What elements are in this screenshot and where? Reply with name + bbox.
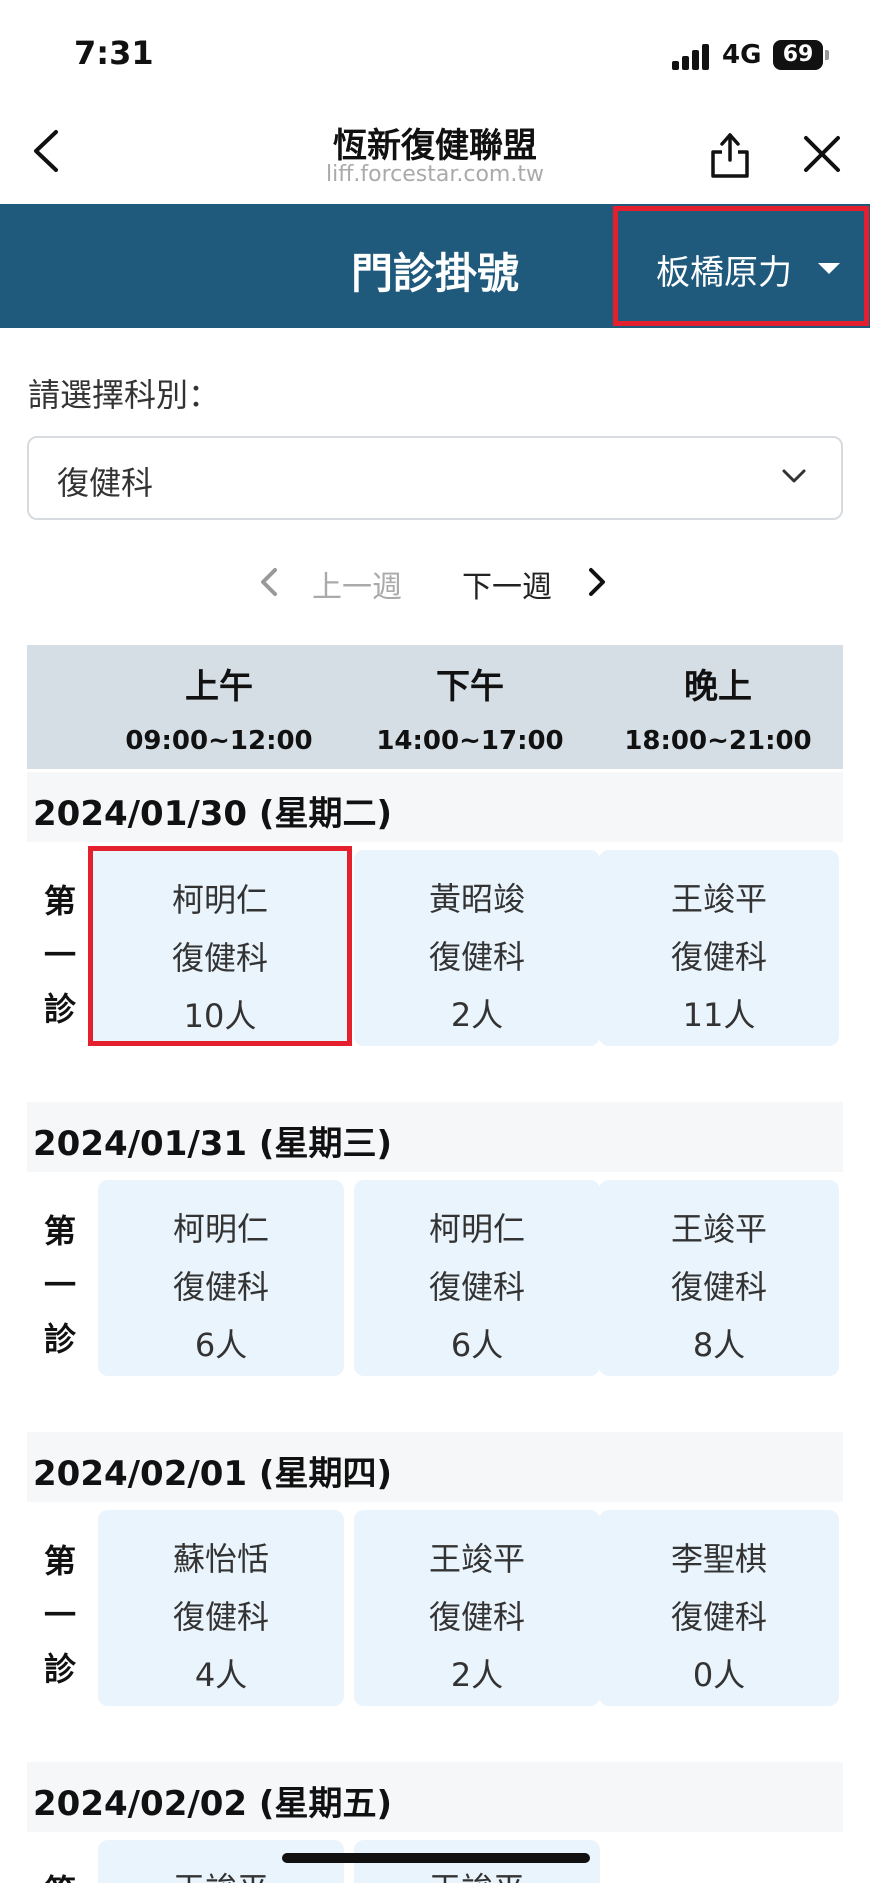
schedule-cell[interactable]: 柯明仁 復健科 6人 <box>354 1180 600 1376</box>
schedule-cell[interactable]: 柯明仁 復健科 10人 <box>88 846 352 1046</box>
doctor-name: 柯明仁 <box>171 881 268 919</box>
chevron-left-icon <box>261 568 277 596</box>
room-label: 第一診 <box>43 882 76 1028</box>
prev-week-label: 上一週 <box>312 570 402 605</box>
next-week-label: 下一週 <box>462 570 552 605</box>
schedule-cell[interactable]: 黃昭竣 復健科 2人 <box>354 850 600 1046</box>
status-bar: 7:31 4G 69 <box>0 0 870 100</box>
chevron-down-icon <box>782 469 806 483</box>
schedule-cell[interactable]: 柯明仁 復健科 6人 <box>98 1180 344 1376</box>
doctor-name: 李聖棋 <box>670 1540 767 1578</box>
time-slot-header: 上午 09:00~12:00 下午 14:00~17:00 晚上 18:00~2… <box>27 645 843 769</box>
slot-afternoon: 下午 14:00~17:00 <box>345 659 595 756</box>
battery-tip <box>825 50 829 60</box>
doctor-name: 王竣平 <box>670 880 767 918</box>
patient-count: 11人 <box>682 996 756 1034</box>
dept-label: 請選擇科別： <box>28 376 221 414</box>
slot-time: 18:00~21:00 <box>624 726 812 756</box>
header-banner: 門診掛號 板橋原力 <box>0 204 870 328</box>
day-header: 2024/01/30 (星期二) <box>27 772 843 842</box>
doctor-name: 王竣平 <box>428 1540 525 1578</box>
day-date: 2024/02/01 (星期四) <box>33 1454 393 1494</box>
cell-dept: 復健科 <box>428 938 525 976</box>
patient-count: 4人 <box>194 1656 248 1694</box>
cell-dept: 復健科 <box>172 1268 269 1306</box>
cell-dept: 復健科 <box>670 938 767 976</box>
share-icon[interactable] <box>708 130 752 180</box>
page-title: 門診掛號 <box>350 249 519 298</box>
battery-icon: 69 <box>773 40 823 70</box>
cell-dept: 復健科 <box>171 939 268 977</box>
patient-count: 8人 <box>692 1326 746 1364</box>
slot-time: 14:00~17:00 <box>376 726 564 756</box>
day-date: 2024/02/02 (星期五) <box>33 1784 393 1824</box>
signal-icon <box>672 44 710 70</box>
close-icon[interactable] <box>800 132 844 176</box>
doctor-name: 柯明仁 <box>172 1210 269 1248</box>
dept-select[interactable]: 復健科 <box>27 436 843 520</box>
room-label: 第 <box>30 1864 90 1883</box>
caret-down-icon <box>818 263 840 274</box>
doctor-name: 王竣平 <box>98 1864 344 1883</box>
patient-count: 2人 <box>450 996 504 1034</box>
slot-evening: 晚上 18:00~21:00 <box>593 659 843 756</box>
patient-count: 2人 <box>450 1656 504 1694</box>
patient-count: 6人 <box>450 1326 504 1364</box>
branch-label: 板橋原力 <box>656 253 792 293</box>
cell-dept: 復健科 <box>428 1268 525 1306</box>
network-type: 4G <box>722 40 762 70</box>
doctor-name: 王竣平 <box>670 1210 767 1248</box>
status-time: 7:31 <box>74 34 154 72</box>
doctor-name: 王竣平 <box>354 1864 600 1883</box>
day-date: 2024/01/30 (星期二) <box>33 794 393 834</box>
cell-dept: 復健科 <box>172 1598 269 1636</box>
schedule-cell[interactable]: 王竣平 復健科 2人 <box>354 1510 600 1706</box>
slot-name: 下午 <box>436 667 504 707</box>
day-date: 2024/01/31 (星期三) <box>33 1124 393 1164</box>
branch-dropdown[interactable]: 板橋原力 <box>613 206 869 326</box>
cell-dept: 復健科 <box>428 1598 525 1636</box>
cell-dept: 復健科 <box>670 1598 767 1636</box>
schedule-cell[interactable]: 王竣平 復健科 8人 <box>599 1180 839 1376</box>
patient-count: 10人 <box>183 997 257 1035</box>
slot-name: 晚上 <box>684 667 752 707</box>
doctor-name: 柯明仁 <box>428 1210 525 1248</box>
room-label: 第一診 <box>43 1542 76 1688</box>
patient-count: 0人 <box>692 1656 746 1694</box>
doctor-name: 黃昭竣 <box>428 880 525 918</box>
home-indicator[interactable] <box>282 1853 590 1863</box>
chevron-right-icon <box>589 568 605 596</box>
day-header: 2024/02/01 (星期四) <box>27 1432 843 1502</box>
browser-nav: 恆新復健聯盟 liff.forcestar.com.tw <box>0 100 870 204</box>
schedule-cell[interactable]: 李聖棋 復健科 0人 <box>599 1510 839 1706</box>
cell-dept: 復健科 <box>670 1268 767 1306</box>
doctor-name: 蘇怡恬 <box>172 1540 269 1578</box>
page: 7:31 4G 69 恆新復健聯盟 liff.forcestar.com.tw … <box>0 0 870 1883</box>
schedule-cell[interactable]: 王竣平 復健科 11人 <box>599 850 839 1046</box>
patient-count: 6人 <box>194 1326 248 1364</box>
slot-name: 上午 <box>185 667 253 707</box>
dept-value: 復健科 <box>57 464 154 502</box>
slot-morning: 上午 09:00~12:00 <box>94 659 344 756</box>
day-header: 2024/01/31 (星期三) <box>27 1102 843 1172</box>
room-label: 第一診 <box>43 1212 76 1358</box>
day-header: 2024/02/02 (星期五) <box>27 1762 843 1832</box>
schedule-cell[interactable]: 蘇怡恬 復健科 4人 <box>98 1510 344 1706</box>
slot-time: 09:00~12:00 <box>125 726 313 756</box>
